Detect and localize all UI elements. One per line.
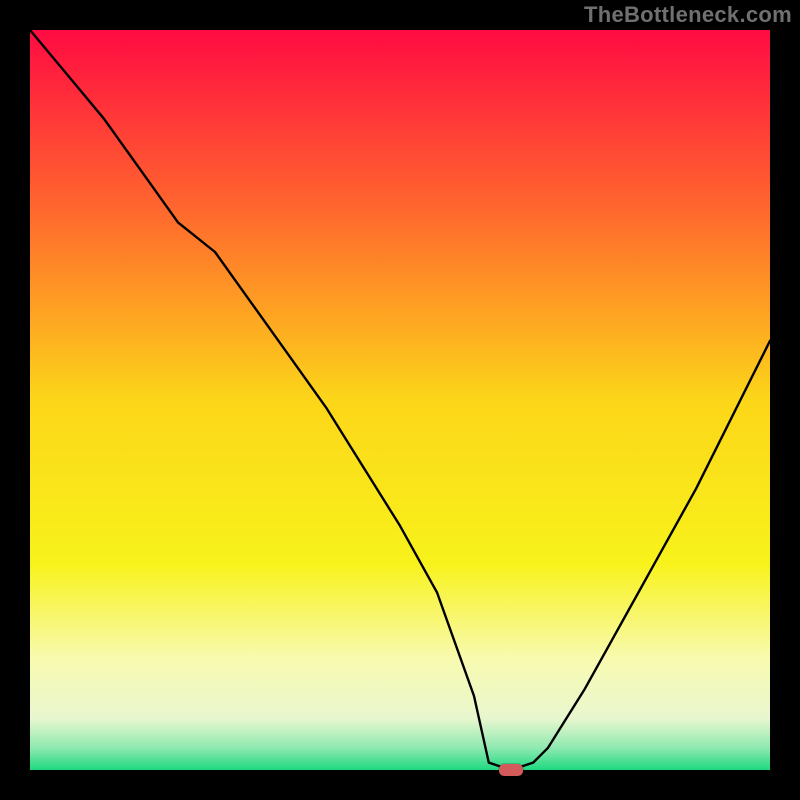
gradient-background bbox=[30, 30, 770, 770]
watermark-label: TheBottleneck.com bbox=[584, 2, 792, 28]
optimal-marker bbox=[499, 764, 523, 776]
plot-area bbox=[30, 30, 770, 770]
chart-container: TheBottleneck.com bbox=[0, 0, 800, 800]
chart-svg bbox=[30, 30, 770, 770]
